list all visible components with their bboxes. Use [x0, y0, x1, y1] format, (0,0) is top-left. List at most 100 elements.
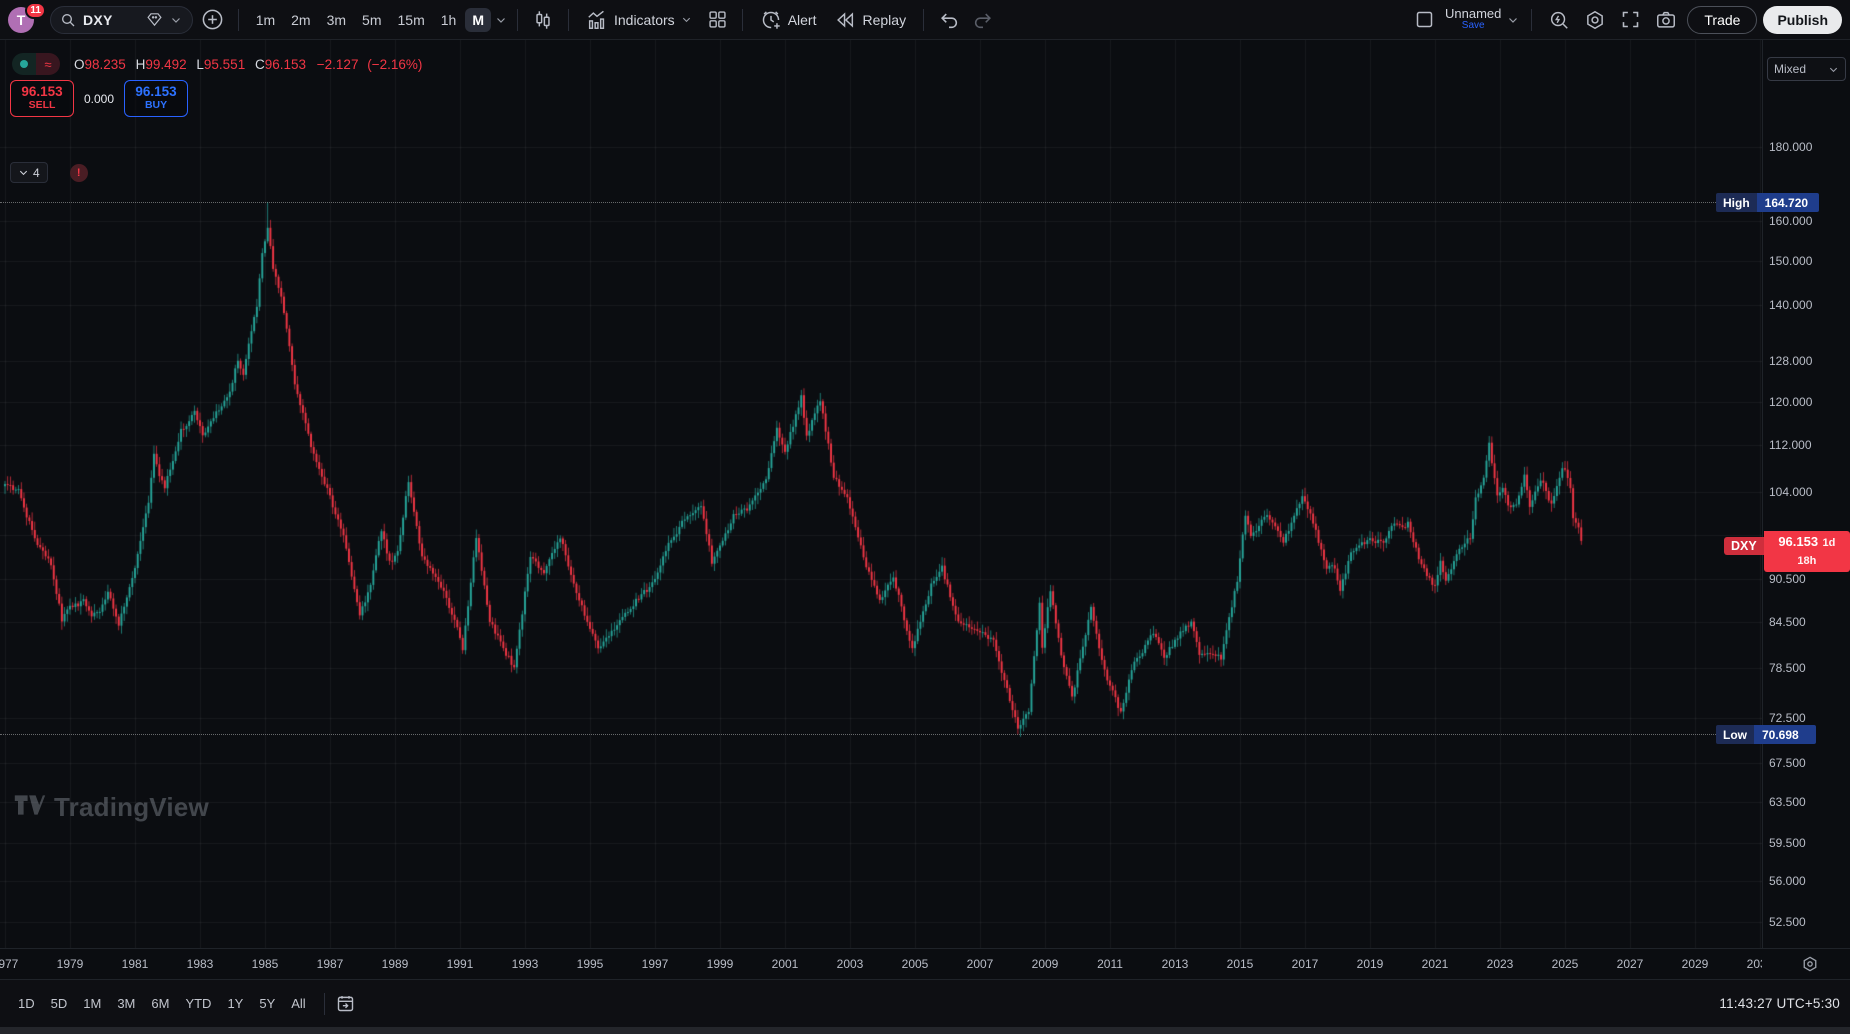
- high-value: 99.492: [145, 57, 186, 72]
- undo-icon[interactable]: [934, 5, 964, 35]
- user-menu[interactable]: T 11: [8, 5, 42, 35]
- price-axis-label: 72.500: [1769, 711, 1806, 725]
- search-icon: [60, 12, 76, 28]
- time-axis-years[interactable]: 1977197919811983198519871989199119931995…: [0, 949, 1762, 980]
- interval-5m[interactable]: 5m: [355, 8, 388, 32]
- collapse-count: 4: [33, 166, 40, 180]
- high-badge-label: High: [1716, 193, 1757, 212]
- time-axis-year-label: 1981: [122, 957, 149, 971]
- chevron-down-icon: [1828, 64, 1839, 75]
- time-axis-year-label: 2001: [772, 957, 799, 971]
- range-all[interactable]: All: [283, 991, 313, 1016]
- range-5y[interactable]: 5Y: [251, 991, 283, 1016]
- ohlc-values[interactable]: O98.235 H99.492 L95.551 C96.153 −2.127 (…: [68, 57, 422, 72]
- notifications-badge[interactable]: 11: [25, 2, 46, 19]
- time-axis-year-label: 2025: [1552, 957, 1579, 971]
- current-badge-price: 96.153: [1778, 534, 1818, 549]
- alert-button[interactable]: Alert: [753, 5, 824, 35]
- save-button[interactable]: Save: [1462, 21, 1485, 32]
- snapshot-camera-icon[interactable]: [1651, 5, 1681, 35]
- time-axis-year-label: 2011: [1097, 957, 1123, 971]
- go-to-date-icon[interactable]: [335, 993, 356, 1014]
- layout-name-save[interactable]: Unnamed Save: [1445, 7, 1501, 31]
- publish-button[interactable]: Publish: [1763, 6, 1842, 34]
- plan-gem-icon[interactable]: [146, 11, 163, 28]
- range-6m[interactable]: 6M: [143, 991, 177, 1016]
- interval-3m[interactable]: 3m: [320, 8, 353, 32]
- interval-1m[interactable]: 1m: [249, 8, 282, 32]
- range-1y[interactable]: 1Y: [219, 991, 251, 1016]
- close-value: 96.153: [265, 57, 306, 72]
- alert-clock-icon: [760, 9, 782, 31]
- symbol-status-toggle[interactable]: ≈: [12, 53, 60, 75]
- range-5d[interactable]: 5D: [43, 991, 76, 1016]
- range-1d[interactable]: 1D: [10, 991, 43, 1016]
- time-axis-year-label: 2005: [902, 957, 929, 971]
- buy-button[interactable]: 96.153 BUY: [124, 80, 188, 117]
- collapse-sources-button[interactable]: 4: [10, 162, 48, 183]
- interval-monthly-active[interactable]: M: [465, 8, 491, 32]
- symbol-name: DXY: [83, 12, 113, 28]
- chevron-down-icon[interactable]: [170, 14, 182, 26]
- layout-select-icon[interactable]: [1410, 5, 1439, 34]
- quick-search-icon[interactable]: [1544, 5, 1574, 35]
- symbol-search[interactable]: DXY: [50, 6, 193, 34]
- high-price-badge[interactable]: High 164.720: [1716, 193, 1819, 212]
- interval-chevron-icon[interactable]: [495, 14, 507, 26]
- bottom-strip: [0, 1027, 1850, 1034]
- toolbar-separator: [238, 9, 239, 31]
- buy-label: BUY: [145, 100, 167, 112]
- price-axis-label: 90.500: [1769, 572, 1806, 586]
- low-price-badge[interactable]: Low 70.698: [1716, 725, 1816, 744]
- compare-add-icon[interactable]: [197, 4, 228, 35]
- range-1m[interactable]: 1M: [75, 991, 109, 1016]
- indicators-button[interactable]: Indicators: [579, 5, 699, 35]
- indicator-templates-icon[interactable]: [703, 5, 732, 34]
- time-axis-year-label: 2017: [1292, 957, 1319, 971]
- interval-15m[interactable]: 15m: [391, 8, 432, 32]
- fullscreen-icon[interactable]: [1616, 5, 1645, 34]
- data-warning-icon[interactable]: !: [70, 164, 88, 182]
- low-badge-value: 70.698: [1754, 725, 1816, 744]
- high-dotted-line: [0, 202, 1740, 203]
- time-axis-year-label: 2015: [1227, 957, 1254, 971]
- trade-button[interactable]: Trade: [1687, 6, 1757, 34]
- time-axis-year-label: 1987: [317, 957, 344, 971]
- sell-label: SELL: [29, 100, 56, 112]
- redo-icon[interactable]: [968, 5, 998, 35]
- layout-chevron-icon[interactable]: [1507, 14, 1519, 26]
- open-label: O: [74, 57, 85, 72]
- replay-button[interactable]: Replay: [827, 5, 913, 35]
- change-value: −2.127: [317, 57, 359, 72]
- layout-name-label[interactable]: Unnamed: [1445, 7, 1501, 21]
- high-badge-value: 164.720: [1757, 193, 1819, 212]
- chart-pane[interactable]: ≈ O98.235 H99.492 L95.551 C96.153 −2.127…: [0, 40, 1850, 948]
- sell-button[interactable]: 96.153 SELL: [10, 80, 74, 117]
- symbol-ohlc-row: ≈ O98.235 H99.492 L95.551 C96.153 −2.127…: [12, 53, 422, 75]
- close-label: C: [255, 57, 265, 72]
- candlestick-chart-canvas[interactable]: [0, 40, 1762, 948]
- toolbar-separator: [742, 9, 743, 31]
- price-axis-label: 150.000: [1769, 254, 1812, 268]
- price-axis[interactable]: Mixed 180.000160.000150.000140.000128.00…: [1763, 40, 1850, 948]
- time-axis[interactable]: 1977197919811983198519871989199119931995…: [0, 948, 1850, 979]
- settings-gear-icon[interactable]: [1580, 5, 1610, 35]
- low-badge-label: Low: [1716, 725, 1754, 744]
- interval-1h[interactable]: 1h: [434, 8, 464, 32]
- axis-settings-gear-icon[interactable]: [1800, 954, 1820, 974]
- session-clock[interactable]: 11:43:27 UTC+5:30: [1719, 996, 1840, 1011]
- time-axis-year-label: 2013: [1162, 957, 1189, 971]
- price-axis-label: 59.500: [1769, 836, 1806, 850]
- current-price-badge[interactable]: DXY 96.153 1d 18h: [1724, 531, 1850, 572]
- range-ytd[interactable]: YTD: [177, 991, 219, 1016]
- indicators-chevron-icon[interactable]: [681, 14, 692, 25]
- range-3m[interactable]: 3M: [109, 991, 143, 1016]
- watermark-text: TradingView: [54, 792, 209, 823]
- indicators-icon: [586, 9, 608, 31]
- replay-label: Replay: [862, 12, 906, 28]
- buy-sell-panel: 96.153 SELL 0.000 96.153 BUY: [10, 80, 188, 117]
- time-axis-year-label: 1983: [187, 957, 214, 971]
- price-scale-mode-select[interactable]: Mixed: [1767, 57, 1846, 81]
- chart-style-candles-icon[interactable]: [528, 5, 558, 35]
- interval-2m[interactable]: 2m: [284, 8, 317, 32]
